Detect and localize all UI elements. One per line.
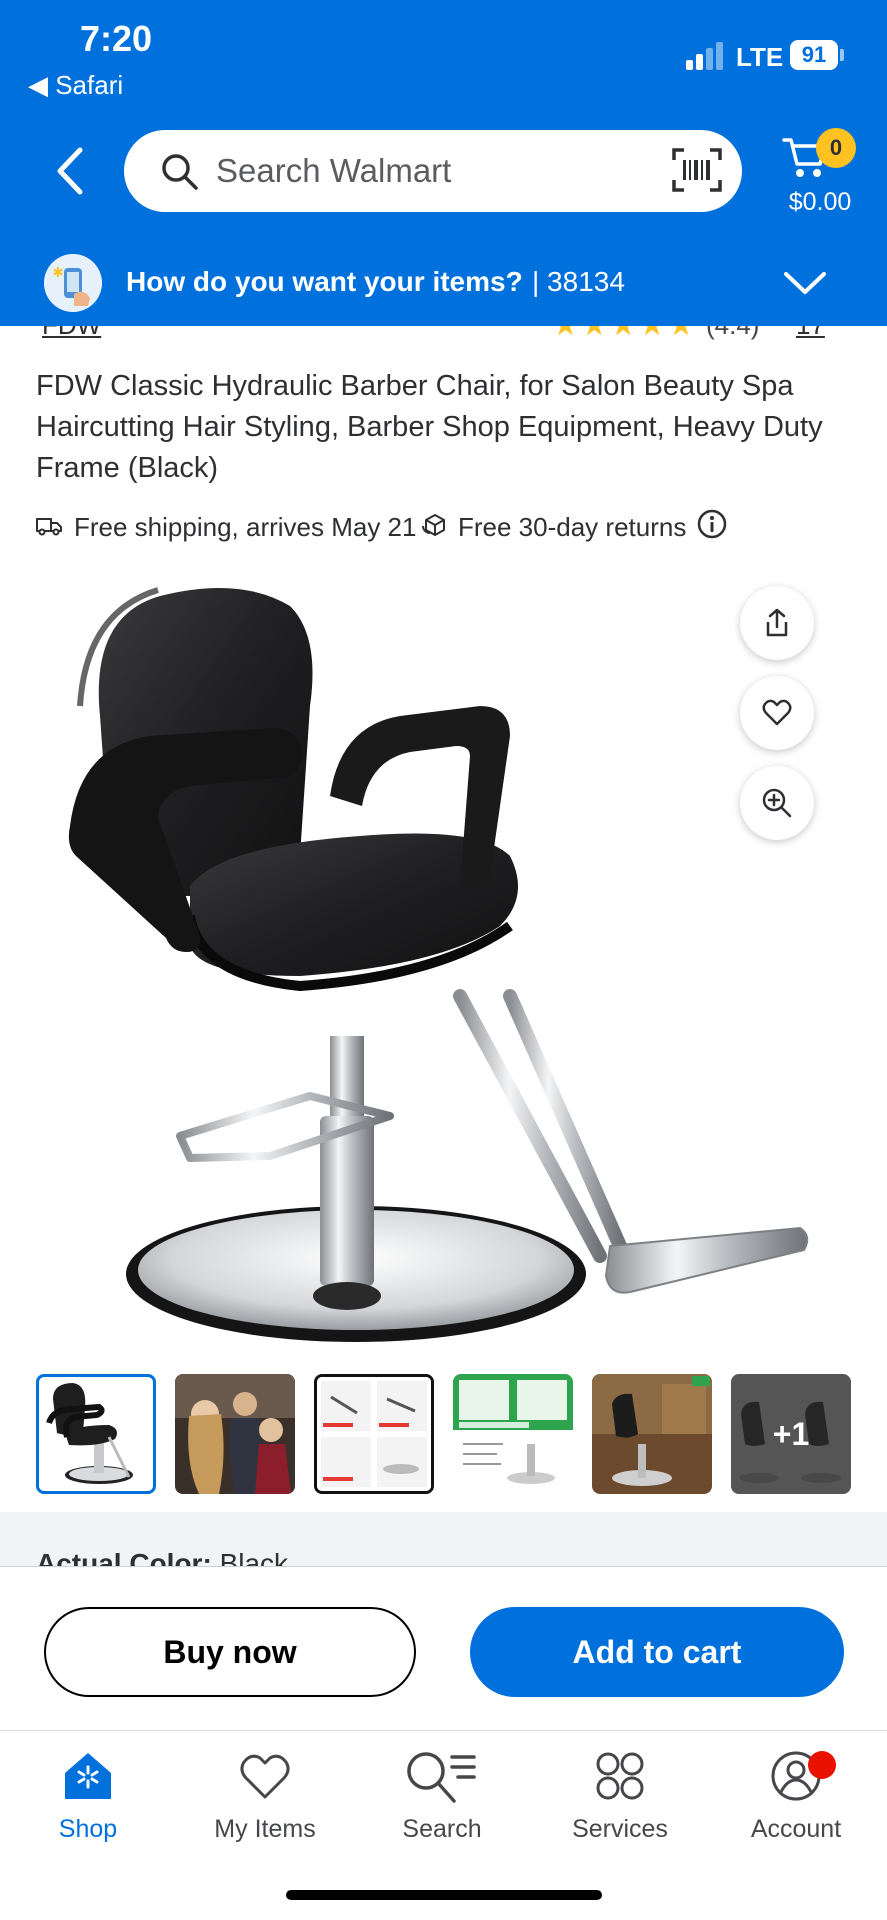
- delivery-selector[interactable]: How do you want your items? | 38134: [0, 244, 887, 326]
- thumbnail-6-more[interactable]: +1: [731, 1374, 851, 1494]
- purchase-actions: Buy now Add to cart: [0, 1566, 887, 1730]
- star-rating-icon: ★★★★★: [552, 326, 696, 340]
- tab-label-my-items: My Items: [214, 1815, 316, 1843]
- tab-services[interactable]: Services: [550, 1749, 690, 1859]
- buy-now-button[interactable]: Buy now: [44, 1607, 416, 1697]
- heart-icon: [762, 699, 792, 726]
- share-button[interactable]: [740, 586, 814, 660]
- tab-account[interactable]: Account: [726, 1749, 866, 1859]
- brand-link[interactable]: FDW: [42, 326, 101, 340]
- returns-box-icon: [422, 514, 445, 536]
- zoom-in-icon: [762, 788, 792, 818]
- review-count-link[interactable]: 17: [796, 326, 825, 340]
- barcode-scanner-icon[interactable]: [672, 148, 722, 192]
- thumbnail-1[interactable]: [36, 1374, 156, 1494]
- battery-icon: 91: [790, 40, 838, 70]
- tab-label-services: Services: [572, 1815, 668, 1843]
- favorite-button[interactable]: [740, 676, 814, 750]
- add-to-cart-button[interactable]: Add to cart: [470, 1607, 844, 1697]
- notification-dot: [808, 1751, 836, 1779]
- barber-chair-illustration: [68, 587, 809, 1342]
- heart-icon: [240, 1754, 290, 1799]
- delivery-prompt: How do you want your items?: [126, 266, 523, 297]
- thumbnail-2[interactable]: [175, 1374, 295, 1494]
- tab-label-search: Search: [402, 1815, 482, 1843]
- status-time: 7:20: [80, 18, 153, 59]
- thumbnail-5[interactable]: [592, 1374, 712, 1494]
- product-title: FDW Classic Hydraulic Barber Chair, for …: [36, 370, 823, 484]
- services-icon: [596, 1752, 644, 1800]
- cart-button[interactable]: 0 $0.00: [770, 128, 870, 218]
- delivery-icon: [44, 254, 102, 312]
- back-to-safari-link[interactable]: ◀ Safari: [28, 70, 123, 101]
- product-image[interactable]: [40, 556, 840, 1356]
- app-header: 7:20 ◀ Safari LTE 91 0: [0, 0, 887, 326]
- search-input[interactable]: [216, 148, 616, 194]
- search-list-icon: [407, 1752, 476, 1803]
- thumbnail-3[interactable]: [314, 1374, 434, 1494]
- tab-label-account: Account: [750, 1815, 842, 1843]
- truck-icon: [36, 518, 62, 536]
- home-indicator: [286, 1890, 602, 1900]
- search-icon: [162, 154, 198, 190]
- shop-icon: [65, 1753, 111, 1799]
- tab-search[interactable]: Search: [372, 1749, 512, 1859]
- actual-color-row: Actual Color: Black: [36, 1548, 288, 1566]
- back-arrow-icon[interactable]: [50, 146, 94, 196]
- tab-label-shop: Shop: [58, 1815, 118, 1843]
- zoom-button[interactable]: [740, 766, 814, 840]
- more-images-count: +1: [731, 1374, 851, 1494]
- color-value: Black: [219, 1548, 289, 1566]
- chevron-down-icon: [784, 272, 826, 294]
- battery-tip: [840, 49, 844, 61]
- brand-rating-row: FDW ★★★★★ (4.4) 17: [0, 326, 887, 340]
- share-icon: [766, 608, 788, 637]
- delivery-zip: | 38134: [532, 266, 625, 297]
- rating-value: (4.4): [706, 326, 759, 340]
- shipping-text: Free shipping, arrives May 21: [74, 512, 417, 542]
- cart-total: $0.00: [788, 188, 852, 216]
- search-bar[interactable]: [124, 130, 742, 212]
- tab-my-items[interactable]: My Items: [195, 1749, 335, 1859]
- color-label: Actual Color:: [36, 1548, 212, 1566]
- network-label: LTE: [736, 42, 784, 72]
- returns-text: Free 30-day returns: [458, 512, 687, 542]
- cart-count-badge: 0: [816, 128, 856, 168]
- thumbnail-4[interactable]: [453, 1374, 573, 1494]
- tab-shop[interactable]: Shop: [18, 1749, 158, 1859]
- signal-icon: [686, 40, 724, 70]
- info-icon[interactable]: [696, 508, 728, 540]
- image-thumbnails: +1: [36, 1374, 852, 1496]
